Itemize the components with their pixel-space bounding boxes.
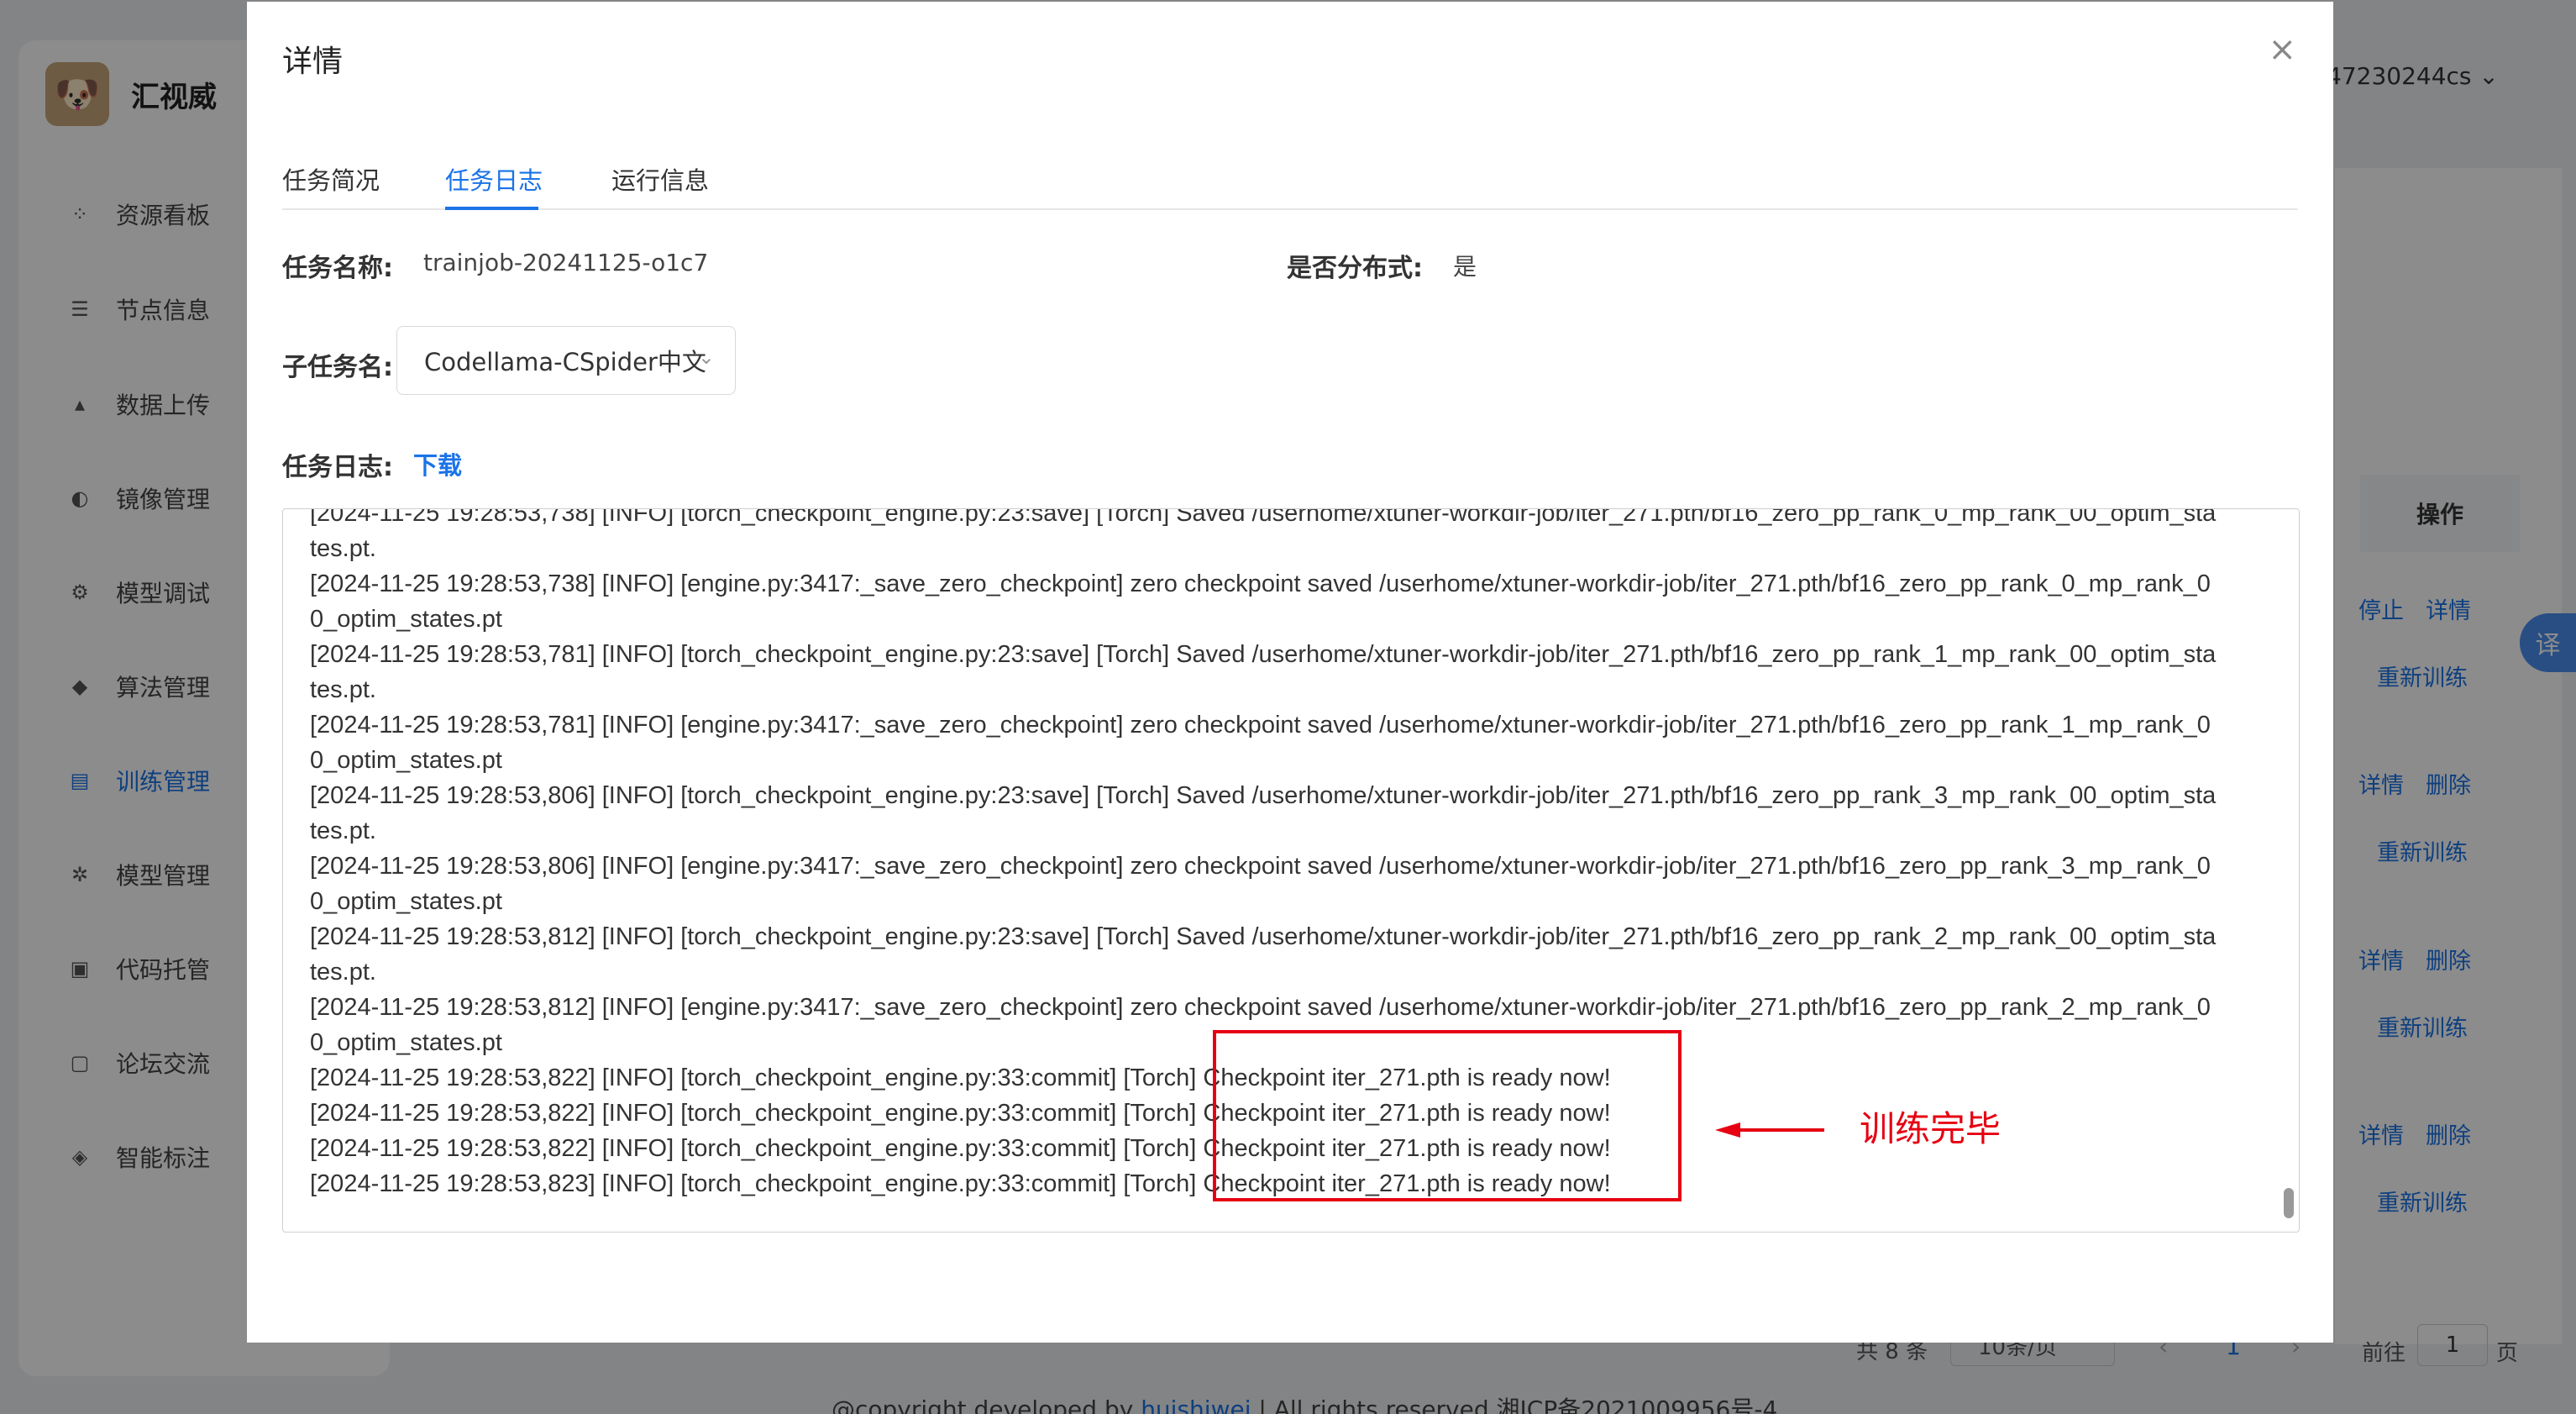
subtask-value: Codellama-CSpider中文: [424, 348, 706, 376]
close-icon[interactable]: ×: [2268, 30, 2296, 69]
download-link[interactable]: 下载: [413, 446, 462, 481]
log-line: 0_optim_states.pt: [310, 606, 502, 633]
modal-title: 详情: [282, 45, 344, 79]
task-name-label: 任务名称:: [282, 254, 393, 283]
chevron-down-icon: ⌄: [697, 345, 715, 369]
tab-task-summary[interactable]: 任务简况: [282, 161, 380, 197]
subtask-label: 子任务名:: [282, 353, 393, 382]
task-name-value: trainjob-20241125-o1c7: [423, 249, 709, 276]
tab-task-log[interactable]: 任务日志: [445, 161, 543, 197]
log-line: [2024-11-25 19:28:53,812] [INFO] [torch_…: [310, 923, 2217, 950]
log-scrollbar-thumb[interactable]: [2284, 1188, 2294, 1218]
tab-run-info[interactable]: 运行信息: [611, 161, 709, 197]
log-line: [2024-11-25 19:28:53,738] [INFO] [torch_…: [310, 508, 2217, 527]
log-line: [2024-11-25 19:28:53,806] [INFO] [engine…: [310, 853, 2211, 880]
log-line: 0_optim_states.pt: [310, 747, 502, 774]
log-line: tes.pt.: [310, 817, 376, 844]
modal-tabs: 任务简况 任务日志 运行信息: [282, 158, 2298, 210]
tab-active-indicator: [445, 207, 538, 210]
log-line: [2024-11-25 19:28:53,738] [INFO] [engine…: [310, 570, 2211, 597]
highlight-box: [1213, 1030, 1681, 1201]
annotation-arrow-icon: [1715, 1122, 1824, 1138]
log-line: [2024-11-25 19:28:53,781] [INFO] [engine…: [310, 712, 2211, 739]
log-line: [2024-11-25 19:28:53,806] [INFO] [torch_…: [310, 782, 2217, 809]
log-line: tes.pt.: [310, 535, 376, 562]
log-label: 任务日志:: [282, 453, 393, 482]
log-line: 0_optim_states.pt: [310, 888, 502, 915]
annotation-text: 训练完毕: [1860, 1108, 2002, 1149]
log-line: [2024-11-25 19:28:53,812] [INFO] [engine…: [310, 994, 2211, 1021]
log-line: [2024-11-25 19:28:53,781] [INFO] [torch_…: [310, 641, 2217, 668]
distributed-value: 是: [1453, 253, 1477, 281]
log-line: tes.pt.: [310, 676, 376, 703]
distributed-label: 是否分布式:: [1287, 254, 1423, 283]
subtask-select[interactable]: Codellama-CSpider中文 ⌄: [396, 326, 736, 395]
log-line: tes.pt.: [310, 959, 376, 986]
